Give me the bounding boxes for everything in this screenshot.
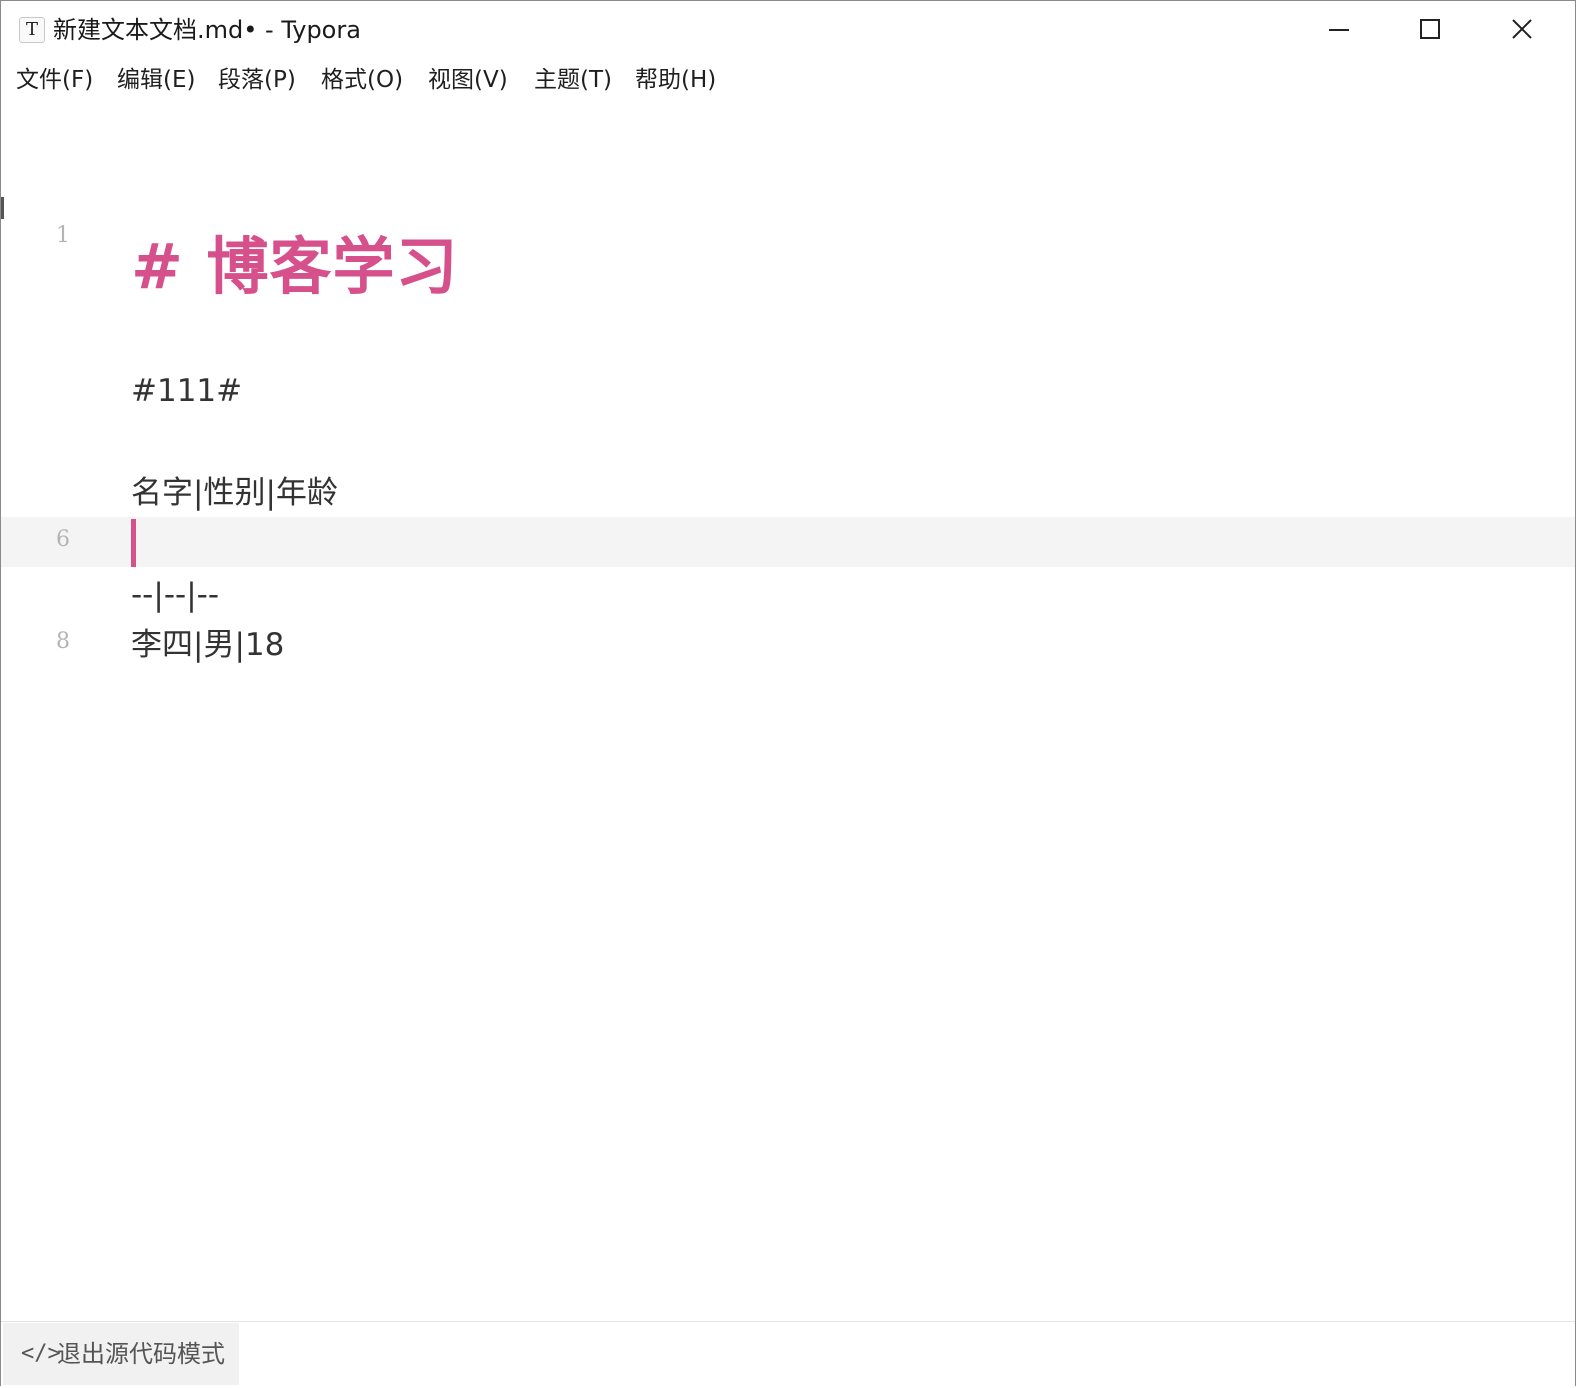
menu-format[interactable]: 格式(O) xyxy=(321,63,403,97)
menu-view[interactable]: 视图(V) xyxy=(428,63,508,97)
editor-edge-marker xyxy=(1,197,4,219)
close-button[interactable] xyxy=(1477,1,1569,59)
code-icon: </> xyxy=(21,1341,61,1366)
table-separator-line[interactable]: --|--|-- xyxy=(131,573,219,617)
typora-app-icon: T xyxy=(19,17,45,43)
menu-paragraph[interactable]: 段落(P) xyxy=(218,63,296,97)
heading-line[interactable]: # 博客学习 xyxy=(131,229,459,305)
active-line-highlight xyxy=(1,517,1575,567)
table-row-line[interactable]: 李四|男|18 xyxy=(131,623,284,667)
menu-file[interactable]: 文件(F) xyxy=(16,63,93,97)
line-number-active: 6 xyxy=(56,527,70,552)
menu-help[interactable]: 帮助(H) xyxy=(635,63,716,97)
table-header-line[interactable]: 名字|性别|年龄 xyxy=(131,471,338,515)
close-icon xyxy=(1512,19,1532,39)
text-cursor xyxy=(131,519,136,567)
menu-edit[interactable]: 编辑(E) xyxy=(117,63,195,97)
menu-theme[interactable]: 主题(T) xyxy=(534,63,612,97)
minimize-icon xyxy=(1329,29,1349,31)
line-number: 8 xyxy=(56,629,70,654)
exit-source-mode-label: 退出源代码模式 xyxy=(57,1340,225,1368)
exit-source-mode-button[interactable]: </> 退出源代码模式 xyxy=(3,1323,239,1385)
source-code-editor[interactable]: 1 # 博客学习 #111# 名字|性别|年龄 6 --|--|-- 8 李四|… xyxy=(1,103,1575,1321)
title-bar[interactable]: T 新建文本文档.md• - Typora xyxy=(1,1,1575,59)
window-title: 新建文本文档.md• - Typora xyxy=(53,16,361,44)
typora-window: T 新建文本文档.md• - Typora 文件(F) 编辑(E) 段落(P) … xyxy=(0,0,1576,1386)
text-line-tag[interactable]: #111# xyxy=(131,369,242,413)
status-bar: </> 退出源代码模式 xyxy=(1,1321,1575,1386)
minimize-button[interactable] xyxy=(1293,1,1385,59)
menu-bar: 文件(F) 编辑(E) 段落(P) 格式(O) 视图(V) 主题(T) 帮助(H… xyxy=(1,59,1575,103)
maximize-button[interactable] xyxy=(1385,1,1477,59)
maximize-icon xyxy=(1420,19,1440,39)
line-number: 1 xyxy=(56,223,70,248)
